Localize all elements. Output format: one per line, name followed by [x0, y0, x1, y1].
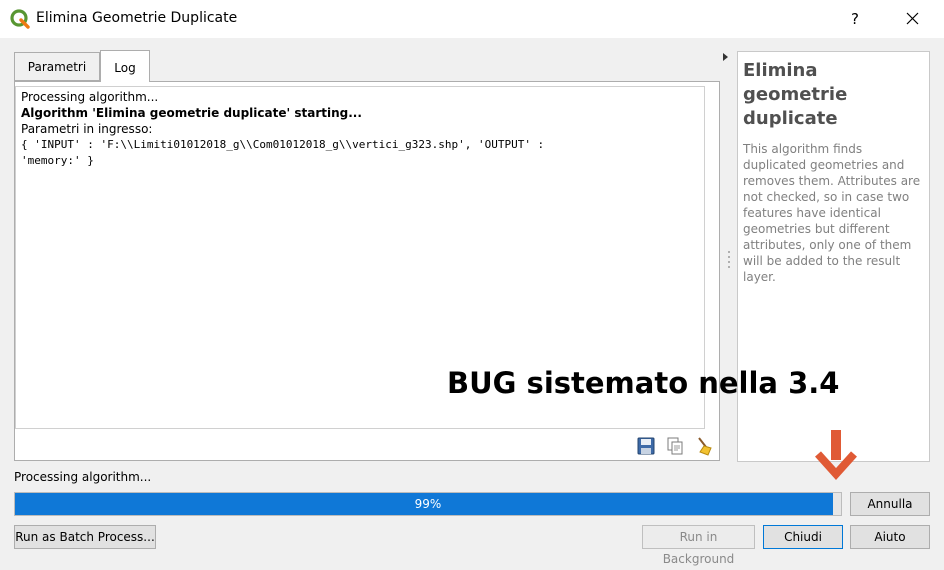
status-text: Processing algorithm...	[14, 470, 152, 484]
splitter-handle[interactable]	[727, 250, 731, 268]
qgis-logo-icon	[10, 9, 30, 29]
progress-label: 99%	[414, 497, 442, 511]
close-button[interactable]: Chiudi	[763, 525, 843, 549]
help-description: This algorithm finds duplicated geometri…	[743, 142, 921, 284]
annotation-text: BUG sistemato nella 3.4	[447, 366, 840, 400]
batch-process-button[interactable]: Run as Batch Process...	[14, 525, 156, 549]
log-line: { 'INPUT' : 'F:\\Limiti01012018_g\\Com01…	[21, 138, 545, 151]
help-title: Elimina geometrie duplicate	[743, 60, 848, 129]
save-icon[interactable]	[636, 436, 656, 456]
close-icon[interactable]	[896, 4, 930, 34]
log-line: Processing algorithm...	[21, 90, 159, 104]
collapse-arrow-icon[interactable]	[722, 52, 730, 62]
copy-icon[interactable]	[665, 436, 685, 456]
progress-bar: 99%	[14, 492, 842, 516]
tab-parametri[interactable]: Parametri	[14, 52, 100, 81]
red-arrow-icon	[815, 430, 857, 480]
run-background-button[interactable]: Run in Background	[642, 525, 755, 566]
log-line: Parametri in ingresso:	[21, 122, 153, 136]
tab-log[interactable]: Log	[100, 50, 150, 82]
log-line: 'memory:' }	[21, 154, 94, 167]
clear-broom-icon[interactable]	[695, 436, 715, 456]
help-dialog-button[interactable]: Aiuto	[850, 525, 930, 549]
log-line: Algorithm 'Elimina geometrie duplicate' …	[21, 106, 362, 120]
help-button[interactable]: ?	[840, 4, 870, 34]
window-title: Elimina Geometrie Duplicate	[36, 10, 238, 26]
title-bar: Elimina Geometrie Duplicate ?	[0, 0, 944, 38]
help-panel: Elimina geometrie duplicate This algorit…	[737, 51, 930, 462]
cancel-button[interactable]: Annulla	[850, 492, 930, 516]
